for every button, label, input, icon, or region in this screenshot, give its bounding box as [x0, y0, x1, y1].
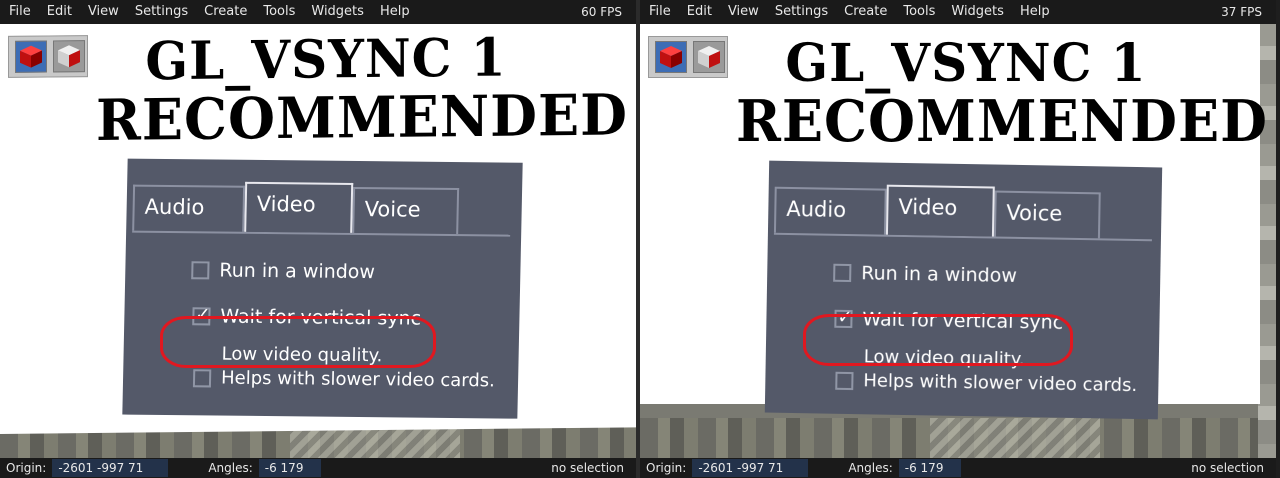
menu-file[interactable]: File — [0, 0, 39, 24]
tab-video[interactable]: Video — [244, 181, 354, 233]
viewport-pane-right: File Edit View Settings Create Tools Wid… — [640, 0, 1276, 478]
headline-line-2: RECOMMENDED — [736, 87, 1268, 155]
menu-view[interactable]: View — [80, 0, 127, 24]
status-bar: Origin: -2601 -997 71 Angles: -6 179 0 n… — [640, 458, 1276, 478]
vsync-headline: GL_VSYNC 1 RECOMMENDED — [96, 26, 628, 154]
headline-line-1: GL_VSYNC 1 — [145, 26, 507, 92]
menu-edit[interactable]: Edit — [39, 0, 80, 24]
3d-viewport[interactable]: GL_VSYNC 1 RECOMMENDED Audio Video Voice… — [0, 24, 636, 458]
run-in-window-option[interactable]: Run in a window — [191, 259, 375, 283]
vsync-headline: GL_VSYNC 1 RECOMMENDED — [736, 31, 1268, 155]
vsync-highlight-ellipse — [803, 314, 1073, 366]
fps-counter: 60 FPS — [581, 5, 622, 19]
menu-widgets[interactable]: Widgets — [943, 0, 1012, 24]
3d-viewport[interactable]: GL_VSYNC 1 RECOMMENDED Audio Video Voice… — [640, 24, 1276, 458]
selection-status: no selection — [551, 461, 624, 475]
vsync-highlight-ellipse — [160, 316, 436, 368]
status-bar: Origin: -2601 -997 71 Angles: -6 179 0 n… — [0, 458, 636, 478]
video-settings-panel: Audio Video Voice Run in a window Wait f… — [764, 160, 1163, 420]
menubar: File Edit View Settings Create Tools Wid… — [640, 0, 1276, 24]
slower-cards-checkbox[interactable] — [835, 371, 854, 390]
slower-cards-label: Helps with slower video cards. — [863, 370, 1138, 397]
angles-label: Angles: — [848, 461, 893, 475]
run-in-window-option[interactable]: Run in a window — [833, 262, 1017, 287]
red-cube-tool-button[interactable] — [15, 40, 47, 73]
white-cube-tool-button[interactable] — [693, 41, 725, 73]
tab-video[interactable]: Video — [885, 184, 995, 237]
headline-line-2: RECOMMENDED — [96, 80, 628, 154]
tab-voice[interactable]: Voice — [352, 186, 460, 235]
run-in-window-checkbox[interactable] — [191, 261, 210, 280]
tab-voice[interactable]: Voice — [993, 190, 1101, 239]
slower-cards-checkbox[interactable] — [192, 368, 212, 387]
origin-value: -2601 -997 71 — [52, 459, 169, 477]
menu-tools[interactable]: Tools — [255, 0, 303, 24]
run-in-window-label: Run in a window — [861, 262, 1018, 287]
origin-label: Origin: — [646, 461, 687, 475]
video-settings-panel: Audio Video Voice Run in a window Wait f… — [122, 158, 523, 419]
viewport-pane-left: File Edit View Settings Create Tools Wid… — [0, 0, 636, 478]
menubar: File Edit View Settings Create Tools Wid… — [0, 0, 636, 24]
headline-line-1: GL_VSYNC 1 — [785, 31, 1147, 94]
menu-help[interactable]: Help — [372, 0, 418, 24]
run-in-window-checkbox[interactable] — [833, 263, 852, 283]
menu-settings[interactable]: Settings — [127, 0, 196, 24]
slower-cards-label: Helps with slower video cards. — [220, 367, 496, 392]
tab-audio[interactable]: Audio — [773, 186, 887, 235]
menu-create[interactable]: Create — [196, 0, 255, 24]
slower-cards-option[interactable]: Helps with slower video cards. — [192, 367, 496, 392]
gizmo-toolbar — [8, 35, 88, 78]
menu-file[interactable]: File — [640, 0, 679, 24]
angles-value: -6 179 0 — [898, 459, 961, 477]
white-red-cube-icon — [698, 46, 720, 68]
origin-label: Origin: — [6, 461, 47, 475]
menu-tools[interactable]: Tools — [895, 0, 943, 24]
angles-label: Angles: — [208, 461, 253, 475]
menu-help[interactable]: Help — [1012, 0, 1058, 24]
gizmo-toolbar — [648, 36, 728, 78]
menu-settings[interactable]: Settings — [767, 0, 836, 24]
white-red-cube-icon — [58, 45, 80, 68]
white-cube-tool-button[interactable] — [53, 40, 85, 73]
red-cube-icon — [20, 45, 42, 68]
red-cube-icon — [660, 46, 682, 68]
settings-tabs: Audio Video Voice — [773, 183, 1101, 239]
menu-edit[interactable]: Edit — [679, 0, 720, 24]
settings-tabs: Audio Video Voice — [132, 181, 460, 235]
ground-texture — [640, 418, 1276, 458]
menu-widgets[interactable]: Widgets — [303, 0, 372, 24]
tab-audio[interactable]: Audio — [132, 184, 246, 232]
billboard-surface: GL_VSYNC 1 RECOMMENDED Audio Video Voice… — [0, 24, 636, 435]
menu-create[interactable]: Create — [836, 0, 895, 24]
angles-value: -6 179 0 — [258, 459, 321, 477]
run-in-window-label: Run in a window — [219, 259, 376, 284]
slower-cards-option[interactable]: Helps with slower video cards. — [835, 370, 1137, 396]
red-cube-tool-button[interactable] — [655, 41, 687, 73]
origin-value: -2601 -997 71 — [692, 459, 809, 477]
selection-status: no selection — [1191, 461, 1264, 475]
fps-counter: 37 FPS — [1221, 5, 1262, 19]
menu-view[interactable]: View — [720, 0, 767, 24]
